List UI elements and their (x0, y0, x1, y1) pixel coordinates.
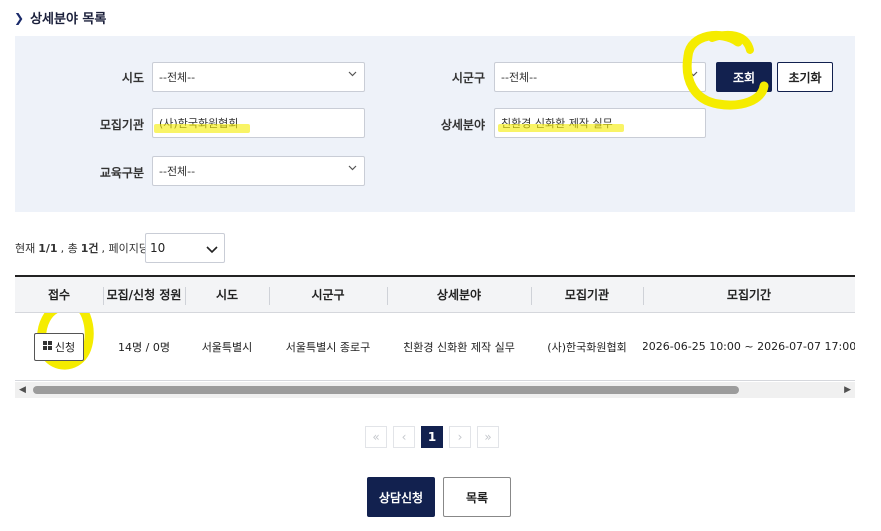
highlight-mark (154, 124, 250, 133)
scrollbar-thumb[interactable] (33, 386, 739, 394)
col-header: 모집기관 (531, 277, 643, 312)
page-1-button[interactable]: 1 (421, 426, 443, 448)
table-header: 접수 모집/신청 정원 시도 시군구 상세분야 모집기관 모집기간 (15, 275, 855, 313)
sigungu-select-value: --전체-- (501, 71, 538, 84)
results-table: 접수 모집/신청 정원 시도 시군구 상세분야 모집기관 모집기간 신청 14명… (15, 275, 855, 381)
apply-button[interactable]: 신청 (34, 332, 84, 361)
list-button[interactable]: 목록 (443, 477, 511, 517)
col-header: 시도 (185, 277, 269, 312)
org-label: 모집기관 (99, 118, 144, 132)
horizontal-scrollbar[interactable]: ◀ ▶ (15, 382, 855, 398)
edu-select[interactable]: --전체-- (152, 156, 365, 186)
summary-total: 1건 (80, 242, 99, 255)
next-page-button[interactable]: › (449, 426, 471, 448)
org-cell: (사)한국화원협회 (547, 340, 627, 354)
prev-page-button[interactable]: ‹ (393, 426, 415, 448)
summary-prefix: 현재 (15, 242, 36, 255)
table-row: 신청 14명 / 0명 서울특별시 서울특별시 종로구 친환경 신화환 제작 실… (15, 313, 855, 381)
summary-page: 1/1 (38, 241, 58, 255)
pagination: « ‹ 1 › » (365, 426, 499, 448)
sido-cell: 서울특별시 (201, 340, 253, 354)
per-page-value: 10 (150, 241, 166, 255)
sido-select-value: --전체-- (159, 71, 196, 84)
field-label: 상세분야 (440, 118, 485, 132)
col-header: 시군구 (269, 277, 387, 312)
summary-total-prefix: , 총 (60, 242, 78, 255)
scroll-right-icon[interactable]: ▶ (844, 385, 851, 395)
apply-cell: 신청 (15, 313, 103, 380)
per-page-select[interactable]: 10 (145, 233, 225, 263)
chevron-down-icon (348, 164, 357, 172)
sido-select[interactable]: --전체-- (152, 62, 365, 92)
consult-button[interactable]: 상담신청 (367, 477, 435, 517)
sido-label: 시도 (121, 71, 144, 85)
capacity-cell: 14명 / 0명 (118, 340, 170, 354)
grid-icon (42, 340, 52, 353)
sigungu-cell: 서울특별시 종로구 (285, 340, 371, 354)
chevron-right-icon: ❯ (14, 10, 25, 25)
col-header: 모집/신청 정원 (103, 277, 185, 312)
chevron-down-icon (206, 243, 218, 257)
period-cell: 2026-06-25 10:00 ~ 2026-07-07 17:00 (643, 340, 855, 353)
col-header: 상세분야 (387, 277, 531, 312)
section-title: ❯ 상세분야 목록 (14, 8, 107, 28)
edu-label: 교육구분 (99, 166, 144, 180)
first-page-button[interactable]: « (365, 426, 387, 448)
section-title-text: 상세분야 목록 (30, 12, 107, 27)
org-input[interactable]: (사)한국화원협회 (152, 108, 365, 138)
col-header: 모집기간 (643, 277, 855, 312)
last-page-button[interactable]: » (477, 426, 499, 448)
highlight-mark (498, 124, 624, 132)
result-summary: 현재 1/1 , 총 1건 , 페이지당 : (15, 240, 156, 256)
col-header: 접수 (47, 288, 71, 302)
chevron-down-icon (348, 70, 357, 78)
detail-field-cell: 친환경 신화환 제작 실무 (403, 340, 515, 354)
edu-select-value: --전체-- (159, 165, 196, 178)
apply-button-label: 신청 (54, 340, 76, 354)
scroll-left-icon[interactable]: ◀ (19, 385, 26, 395)
annotation-circle-icon (682, 30, 769, 110)
sigungu-label: 시군구 (451, 71, 485, 85)
reset-button[interactable]: 초기화 (777, 62, 833, 92)
